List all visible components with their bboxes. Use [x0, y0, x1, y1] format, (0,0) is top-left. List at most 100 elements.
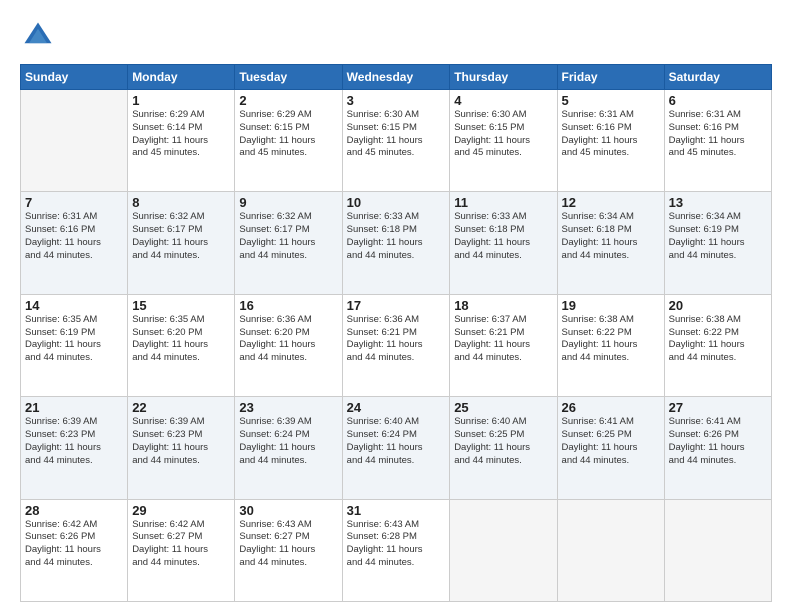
calendar-day-cell: 11Sunrise: 6:33 AM Sunset: 6:18 PM Dayli… — [450, 192, 557, 294]
day-info: Sunrise: 6:41 AM Sunset: 6:25 PM Dayligh… — [562, 416, 660, 467]
day-number: 1 — [132, 93, 230, 108]
calendar-day-cell: 25Sunrise: 6:40 AM Sunset: 6:25 PM Dayli… — [450, 397, 557, 499]
day-info: Sunrise: 6:39 AM Sunset: 6:24 PM Dayligh… — [239, 416, 337, 467]
day-number: 25 — [454, 400, 552, 415]
day-number: 15 — [132, 298, 230, 313]
calendar-week-row: 14Sunrise: 6:35 AM Sunset: 6:19 PM Dayli… — [21, 294, 772, 396]
logo — [20, 18, 60, 54]
calendar-day-cell: 20Sunrise: 6:38 AM Sunset: 6:22 PM Dayli… — [664, 294, 771, 396]
weekday-header-row: SundayMondayTuesdayWednesdayThursdayFrid… — [21, 65, 772, 90]
weekday-header-sunday: Sunday — [21, 65, 128, 90]
day-info: Sunrise: 6:38 AM Sunset: 6:22 PM Dayligh… — [562, 314, 660, 365]
calendar-day-cell: 22Sunrise: 6:39 AM Sunset: 6:23 PM Dayli… — [128, 397, 235, 499]
day-info: Sunrise: 6:32 AM Sunset: 6:17 PM Dayligh… — [132, 211, 230, 262]
day-info: Sunrise: 6:29 AM Sunset: 6:14 PM Dayligh… — [132, 109, 230, 160]
day-number: 18 — [454, 298, 552, 313]
day-info: Sunrise: 6:35 AM Sunset: 6:20 PM Dayligh… — [132, 314, 230, 365]
day-info: Sunrise: 6:32 AM Sunset: 6:17 PM Dayligh… — [239, 211, 337, 262]
calendar-day-cell — [21, 90, 128, 192]
calendar-day-cell: 26Sunrise: 6:41 AM Sunset: 6:25 PM Dayli… — [557, 397, 664, 499]
day-info: Sunrise: 6:43 AM Sunset: 6:27 PM Dayligh… — [239, 519, 337, 570]
logo-icon — [20, 18, 56, 54]
calendar-day-cell: 29Sunrise: 6:42 AM Sunset: 6:27 PM Dayli… — [128, 499, 235, 601]
day-number: 21 — [25, 400, 123, 415]
day-number: 31 — [347, 503, 446, 518]
day-number: 4 — [454, 93, 552, 108]
day-info: Sunrise: 6:30 AM Sunset: 6:15 PM Dayligh… — [454, 109, 552, 160]
calendar-day-cell: 5Sunrise: 6:31 AM Sunset: 6:16 PM Daylig… — [557, 90, 664, 192]
day-info: Sunrise: 6:29 AM Sunset: 6:15 PM Dayligh… — [239, 109, 337, 160]
calendar-week-row: 1Sunrise: 6:29 AM Sunset: 6:14 PM Daylig… — [21, 90, 772, 192]
calendar-day-cell: 8Sunrise: 6:32 AM Sunset: 6:17 PM Daylig… — [128, 192, 235, 294]
day-info: Sunrise: 6:31 AM Sunset: 6:16 PM Dayligh… — [669, 109, 767, 160]
day-number: 30 — [239, 503, 337, 518]
calendar-day-cell: 27Sunrise: 6:41 AM Sunset: 6:26 PM Dayli… — [664, 397, 771, 499]
weekday-header-thursday: Thursday — [450, 65, 557, 90]
calendar-week-row: 7Sunrise: 6:31 AM Sunset: 6:16 PM Daylig… — [21, 192, 772, 294]
calendar-day-cell: 4Sunrise: 6:30 AM Sunset: 6:15 PM Daylig… — [450, 90, 557, 192]
day-info: Sunrise: 6:31 AM Sunset: 6:16 PM Dayligh… — [25, 211, 123, 262]
day-number: 8 — [132, 195, 230, 210]
calendar-day-cell: 18Sunrise: 6:37 AM Sunset: 6:21 PM Dayli… — [450, 294, 557, 396]
day-info: Sunrise: 6:34 AM Sunset: 6:19 PM Dayligh… — [669, 211, 767, 262]
calendar-day-cell: 9Sunrise: 6:32 AM Sunset: 6:17 PM Daylig… — [235, 192, 342, 294]
day-number: 23 — [239, 400, 337, 415]
day-info: Sunrise: 6:33 AM Sunset: 6:18 PM Dayligh… — [454, 211, 552, 262]
day-info: Sunrise: 6:42 AM Sunset: 6:27 PM Dayligh… — [132, 519, 230, 570]
day-info: Sunrise: 6:33 AM Sunset: 6:18 PM Dayligh… — [347, 211, 446, 262]
calendar-day-cell: 3Sunrise: 6:30 AM Sunset: 6:15 PM Daylig… — [342, 90, 450, 192]
day-number: 12 — [562, 195, 660, 210]
day-number: 13 — [669, 195, 767, 210]
calendar-week-row: 21Sunrise: 6:39 AM Sunset: 6:23 PM Dayli… — [21, 397, 772, 499]
calendar-day-cell: 10Sunrise: 6:33 AM Sunset: 6:18 PM Dayli… — [342, 192, 450, 294]
calendar-day-cell: 14Sunrise: 6:35 AM Sunset: 6:19 PM Dayli… — [21, 294, 128, 396]
page: SundayMondayTuesdayWednesdayThursdayFrid… — [0, 0, 792, 612]
day-number: 5 — [562, 93, 660, 108]
day-info: Sunrise: 6:41 AM Sunset: 6:26 PM Dayligh… — [669, 416, 767, 467]
day-number: 17 — [347, 298, 446, 313]
weekday-header-wednesday: Wednesday — [342, 65, 450, 90]
day-info: Sunrise: 6:36 AM Sunset: 6:20 PM Dayligh… — [239, 314, 337, 365]
day-info: Sunrise: 6:43 AM Sunset: 6:28 PM Dayligh… — [347, 519, 446, 570]
calendar-day-cell: 2Sunrise: 6:29 AM Sunset: 6:15 PM Daylig… — [235, 90, 342, 192]
day-number: 22 — [132, 400, 230, 415]
calendar-day-cell: 16Sunrise: 6:36 AM Sunset: 6:20 PM Dayli… — [235, 294, 342, 396]
calendar-day-cell: 6Sunrise: 6:31 AM Sunset: 6:16 PM Daylig… — [664, 90, 771, 192]
day-number: 27 — [669, 400, 767, 415]
day-number: 14 — [25, 298, 123, 313]
weekday-header-tuesday: Tuesday — [235, 65, 342, 90]
calendar-day-cell: 23Sunrise: 6:39 AM Sunset: 6:24 PM Dayli… — [235, 397, 342, 499]
day-number: 9 — [239, 195, 337, 210]
calendar-day-cell: 13Sunrise: 6:34 AM Sunset: 6:19 PM Dayli… — [664, 192, 771, 294]
day-number: 16 — [239, 298, 337, 313]
day-info: Sunrise: 6:31 AM Sunset: 6:16 PM Dayligh… — [562, 109, 660, 160]
calendar-table: SundayMondayTuesdayWednesdayThursdayFrid… — [20, 64, 772, 602]
day-number: 7 — [25, 195, 123, 210]
calendar-day-cell — [450, 499, 557, 601]
day-info: Sunrise: 6:37 AM Sunset: 6:21 PM Dayligh… — [454, 314, 552, 365]
calendar-day-cell: 19Sunrise: 6:38 AM Sunset: 6:22 PM Dayli… — [557, 294, 664, 396]
day-number: 26 — [562, 400, 660, 415]
day-number: 2 — [239, 93, 337, 108]
calendar-day-cell: 12Sunrise: 6:34 AM Sunset: 6:18 PM Dayli… — [557, 192, 664, 294]
day-info: Sunrise: 6:30 AM Sunset: 6:15 PM Dayligh… — [347, 109, 446, 160]
day-number: 20 — [669, 298, 767, 313]
calendar-day-cell: 1Sunrise: 6:29 AM Sunset: 6:14 PM Daylig… — [128, 90, 235, 192]
day-number: 28 — [25, 503, 123, 518]
day-info: Sunrise: 6:39 AM Sunset: 6:23 PM Dayligh… — [132, 416, 230, 467]
header — [20, 18, 772, 54]
day-info: Sunrise: 6:40 AM Sunset: 6:24 PM Dayligh… — [347, 416, 446, 467]
calendar-day-cell: 30Sunrise: 6:43 AM Sunset: 6:27 PM Dayli… — [235, 499, 342, 601]
calendar-day-cell — [557, 499, 664, 601]
day-number: 19 — [562, 298, 660, 313]
day-info: Sunrise: 6:35 AM Sunset: 6:19 PM Dayligh… — [25, 314, 123, 365]
day-info: Sunrise: 6:39 AM Sunset: 6:23 PM Dayligh… — [25, 416, 123, 467]
day-number: 10 — [347, 195, 446, 210]
day-number: 6 — [669, 93, 767, 108]
day-info: Sunrise: 6:38 AM Sunset: 6:22 PM Dayligh… — [669, 314, 767, 365]
day-number: 3 — [347, 93, 446, 108]
day-number: 24 — [347, 400, 446, 415]
calendar-day-cell — [664, 499, 771, 601]
day-number: 11 — [454, 195, 552, 210]
calendar-day-cell: 24Sunrise: 6:40 AM Sunset: 6:24 PM Dayli… — [342, 397, 450, 499]
